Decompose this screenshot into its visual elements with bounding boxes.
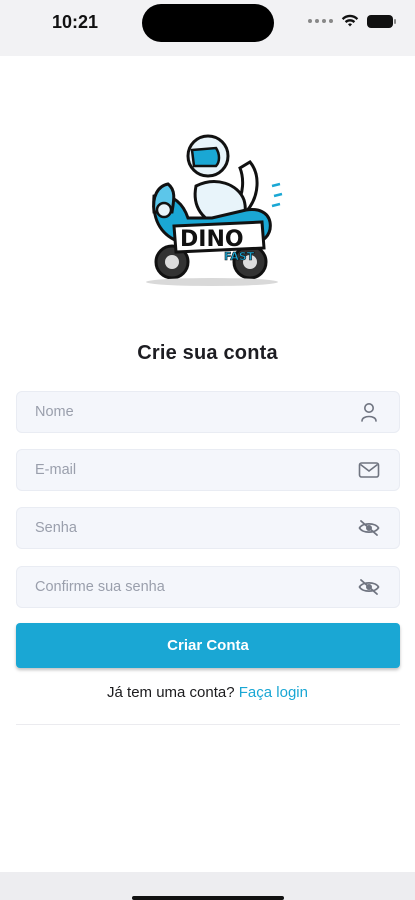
logo-text-main: DINO: [180, 227, 244, 252]
confirm-password-input[interactable]: [17, 567, 399, 607]
battery-icon: [367, 14, 396, 28]
login-prompt-text: Já tem uma conta?: [107, 684, 235, 701]
email-field[interactable]: [16, 449, 400, 491]
logo-text-sub: FAST: [224, 250, 255, 263]
status-icons: [308, 14, 396, 28]
name-field[interactable]: [16, 391, 400, 433]
dynamic-island: [142, 4, 274, 42]
confirm-password-field[interactable]: [16, 566, 400, 608]
home-indicator[interactable]: [132, 896, 284, 900]
login-prompt-row: Já tem uma conta? Faça login: [0, 684, 415, 701]
user-icon: [357, 400, 381, 424]
eye-off-icon[interactable]: [357, 575, 381, 599]
divider: [16, 724, 400, 725]
signal-dots-icon: [308, 19, 333, 23]
bottom-bar: [0, 872, 415, 900]
password-field[interactable]: [16, 507, 400, 549]
mail-icon: [357, 458, 381, 482]
login-link[interactable]: Faça login: [239, 684, 308, 701]
dino-fast-logo: DINO FAST: [146, 134, 283, 286]
create-account-button[interactable]: Criar Conta: [16, 623, 400, 668]
status-time: 10:21: [52, 12, 99, 32]
eye-off-icon[interactable]: [357, 516, 381, 540]
page-title: Crie sua conta: [137, 342, 278, 364]
password-input[interactable]: [17, 508, 399, 548]
status-bar: 10:21: [0, 0, 415, 56]
wifi-icon: [341, 14, 359, 27]
email-input[interactable]: [17, 450, 399, 490]
name-input[interactable]: [17, 392, 399, 432]
